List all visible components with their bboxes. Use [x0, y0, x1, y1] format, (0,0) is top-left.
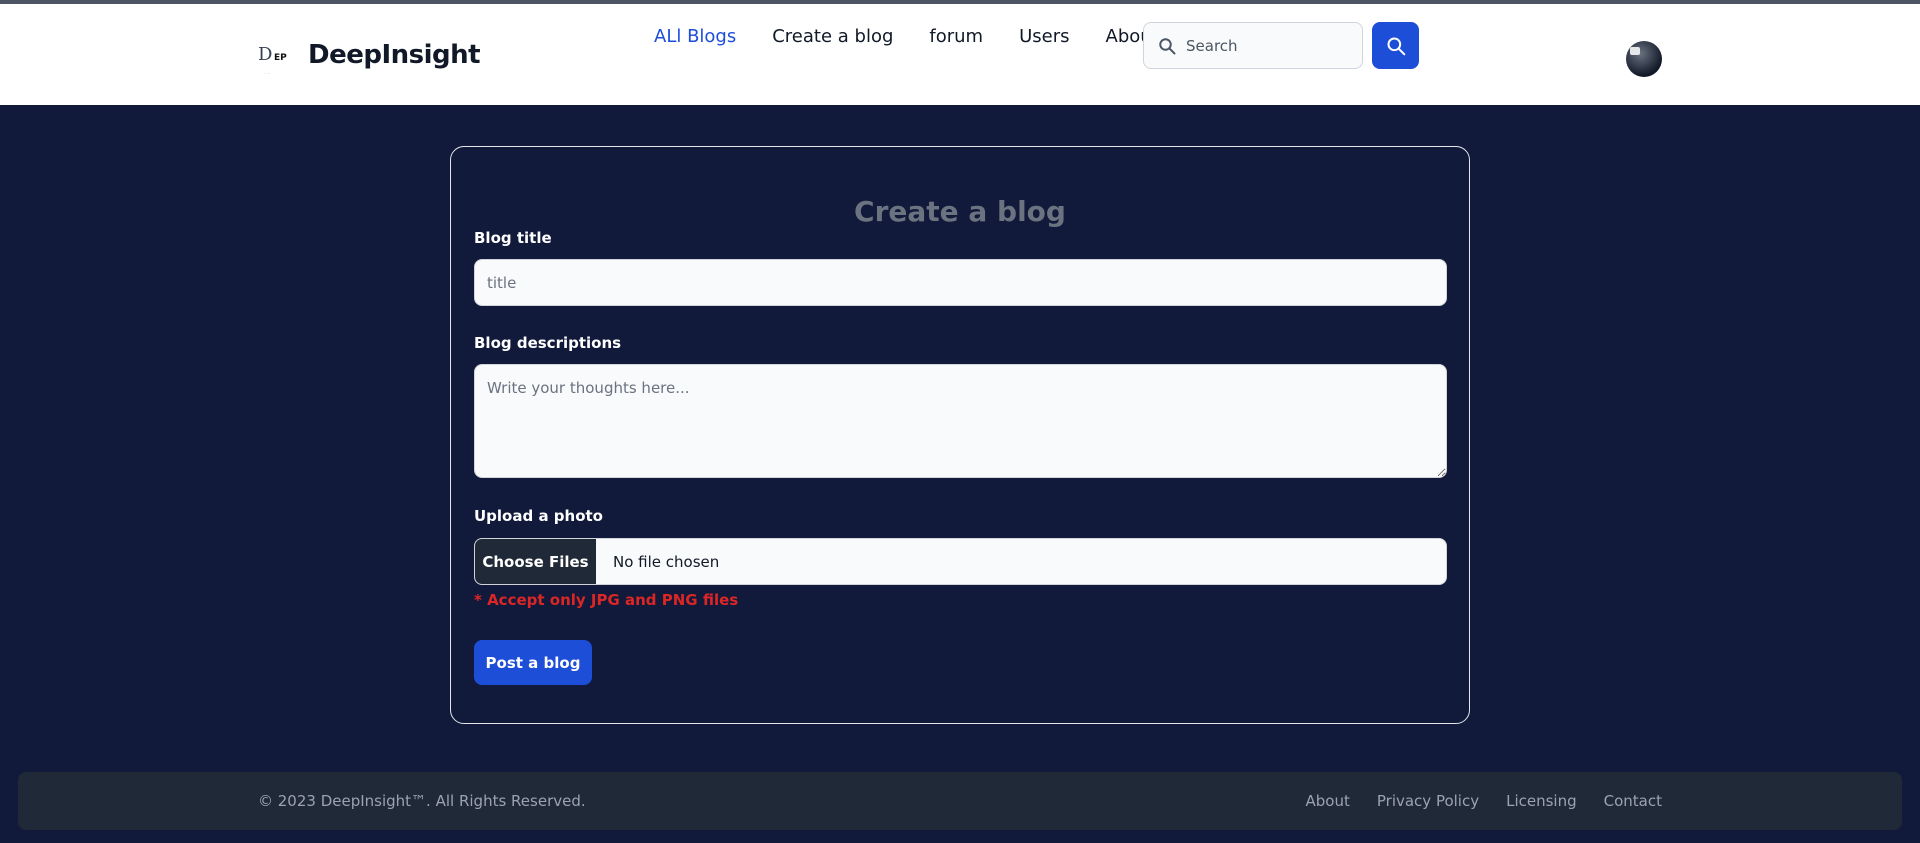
search-box	[1143, 22, 1363, 69]
copyright-text: © 2023 DeepInsight™. All Rights Reserved…	[258, 792, 586, 810]
create-blog-card: Create a blog Blog title Blog descriptio…	[450, 146, 1470, 724]
blog-description-textarea[interactable]	[474, 364, 1447, 478]
site-header: D EP ····· DeepInsight ALl Blogs Create …	[0, 4, 1920, 105]
file-upload-field[interactable]: Choose Files No file chosen	[474, 538, 1447, 585]
blog-description-label: Blog descriptions	[474, 334, 622, 352]
search-icon	[1159, 37, 1176, 54]
nav-forum[interactable]: forum	[929, 26, 983, 47]
brand-name: DeepInsight	[308, 40, 481, 70]
footer-licensing-link[interactable]: Licensing	[1506, 792, 1577, 810]
footer-privacy-link[interactable]: Privacy Policy	[1377, 792, 1479, 810]
file-status: No file chosen	[613, 552, 720, 571]
search-icon	[1387, 37, 1405, 55]
logo-icon: D EP ·····	[258, 44, 287, 76]
footer-about-link[interactable]: About	[1306, 792, 1350, 810]
search-button[interactable]	[1372, 22, 1419, 69]
page-title: Create a blog	[854, 195, 1066, 228]
file-type-hint: * Accept only JPG and PNG files	[474, 591, 739, 609]
search-input[interactable]	[1186, 36, 1346, 55]
footer-contact-link[interactable]: Contact	[1604, 792, 1662, 810]
site-footer: © 2023 DeepInsight™. All Rights Reserved…	[18, 772, 1902, 830]
blog-title-label: Blog title	[474, 229, 552, 247]
nav-create-blog[interactable]: Create a blog	[772, 26, 893, 47]
blog-title-input[interactable]	[474, 259, 1447, 306]
upload-photo-label: Upload a photo	[474, 507, 603, 525]
post-blog-button[interactable]: Post a blog	[474, 640, 592, 685]
footer-links: About Privacy Policy Licensing Contact	[1279, 792, 1662, 810]
choose-files-button[interactable]: Choose Files	[475, 539, 596, 584]
user-avatar[interactable]	[1626, 41, 1662, 77]
nav-users[interactable]: Users	[1019, 26, 1069, 47]
brand[interactable]: D EP ····· DeepInsight	[258, 40, 481, 76]
main-nav: ALl Blogs Create a blog forum Users Abou…	[654, 26, 1195, 47]
nav-all-blogs[interactable]: ALl Blogs	[654, 26, 736, 47]
